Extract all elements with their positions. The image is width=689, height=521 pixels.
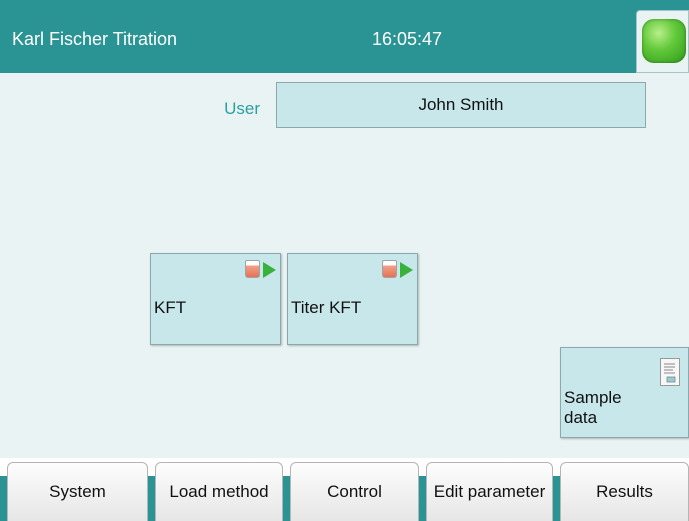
beaker-icon [382, 260, 397, 278]
start-arrow-icon [400, 262, 413, 278]
tab-accent-bar [419, 476, 426, 521]
document-icon [660, 358, 680, 386]
tab-control[interactable]: Control [290, 462, 419, 521]
app-title: Karl Fischer Titration [12, 29, 178, 49]
tab-results[interactable]: Results [560, 462, 689, 521]
user-field[interactable]: John Smith [276, 82, 646, 128]
tab-accent-bar [553, 476, 560, 521]
tab-accent-bar [148, 476, 155, 521]
clock: 16:05:47 [372, 29, 443, 49]
beaker-icon [245, 260, 260, 278]
title-bar: Karl Fischer Titration 16:05:47 [0, 0, 689, 73]
tab-accent-bar [283, 476, 290, 521]
tab-system[interactable]: System [7, 462, 148, 521]
tab-accent-bar [0, 476, 7, 521]
status-light-icon [642, 19, 686, 63]
method-label: Titer KFT [291, 298, 362, 317]
tab-load-method[interactable]: Load method [155, 462, 283, 521]
method-button-kft[interactable]: KFT [150, 253, 281, 345]
bottom-tab-bar: System Load method Control Edit paramete… [0, 458, 689, 521]
start-arrow-icon [263, 262, 276, 278]
sample-data-label: Sample data [564, 388, 622, 427]
user-label: User [224, 99, 260, 118]
sample-data-button[interactable]: Sample data [560, 347, 689, 438]
method-label: KFT [154, 298, 187, 317]
method-button-titer-kft[interactable]: Titer KFT [287, 253, 418, 345]
status-indicator[interactable] [636, 10, 689, 73]
tab-edit-parameter[interactable]: Edit parameter [426, 462, 553, 521]
